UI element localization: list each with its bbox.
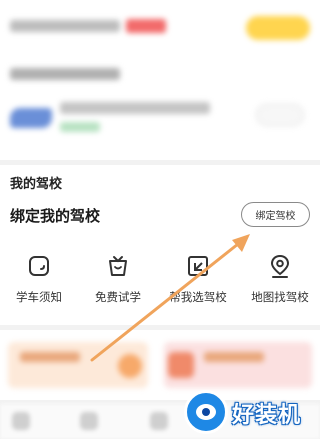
quick-action-map-find[interactable]: 地图找驾校 [245, 253, 315, 315]
quick-action-label: 帮我选驾校 [169, 290, 227, 304]
quick-action-notice[interactable]: 学车须知 [4, 253, 74, 315]
my-school-card: 我的驾校 绑定我的驾校 绑定驾校 学车须知 免费试学 帮我选驾校 地图找驾校 [0, 165, 320, 325]
blurred-banner-row [10, 16, 310, 40]
watermark: 好装机 [182, 388, 320, 436]
blurred-section-title [10, 68, 120, 80]
quick-action-free-trial[interactable]: 免费试学 [83, 253, 153, 315]
blurred-school-row[interactable] [10, 96, 310, 146]
quick-actions-row: 学车须知 免费试学 帮我选驾校 地图找驾校 [0, 253, 320, 315]
quick-action-label: 免费试学 [95, 290, 141, 304]
blurred-promo-right[interactable] [164, 342, 312, 388]
gift-icon [109, 256, 127, 276]
tab-icon[interactable] [12, 412, 30, 430]
bind-school-button-label: 绑定驾校 [255, 211, 296, 222]
bind-school-button[interactable]: 绑定驾校 [241, 202, 310, 227]
watermark-logo-icon [184, 390, 228, 434]
blurred-top-card [0, 0, 320, 160]
quick-action-label: 地图找驾校 [251, 290, 309, 304]
watermark-text: 好装机 [232, 403, 302, 428]
quick-action-label: 学车须知 [16, 290, 62, 304]
bind-school-title: 绑定我的驾校 [10, 207, 101, 225]
blurred-promo-left[interactable] [8, 342, 148, 388]
notice-icon [29, 256, 49, 276]
select-icon [188, 256, 208, 276]
map-pin-icon [270, 254, 290, 278]
quick-action-help-select[interactable]: 帮我选驾校 [163, 253, 233, 315]
blurred-action-pill[interactable] [246, 16, 310, 40]
tab-icon[interactable] [80, 412, 98, 430]
tab-icon[interactable] [150, 412, 168, 430]
section-title: 我的驾校 [10, 177, 63, 192]
